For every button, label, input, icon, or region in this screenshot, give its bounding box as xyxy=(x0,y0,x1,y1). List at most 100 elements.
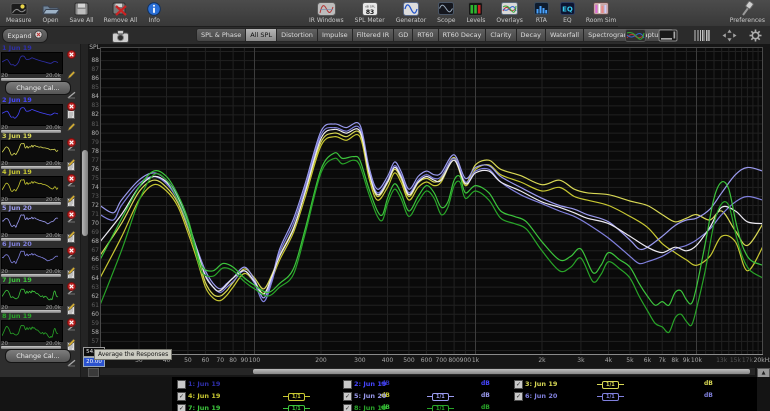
toolbar-button-label: Generator xyxy=(395,17,427,24)
toolbar-button-rta[interactable]: RTA xyxy=(531,0,552,27)
tab-rt60[interactable]: RT60 xyxy=(413,28,439,42)
tab-gd[interactable]: GD xyxy=(394,28,414,42)
delete-icon[interactable] xyxy=(66,96,76,115)
measurement-item-4[interactable]: 4 Jun 19 20 20.0k xyxy=(0,168,79,243)
tab-distortion[interactable]: Distortion xyxy=(277,28,318,42)
change-cal-button[interactable]: Change Cal... xyxy=(5,349,71,363)
freq-scrollbar-thumb[interactable] xyxy=(253,369,750,374)
legend-unit-6: dB xyxy=(704,392,713,399)
toolbar-button-ir-windows[interactable]: IR Windows xyxy=(306,0,347,27)
delete-icon[interactable] xyxy=(66,168,76,187)
change-cal-button[interactable]: Change Cal... xyxy=(5,81,71,95)
legend-label-8: 8: Jun 19 xyxy=(354,404,387,411)
measurement-thumbnail[interactable] xyxy=(1,212,63,234)
tab-decay[interactable]: Decay xyxy=(516,28,546,42)
smoothing-badge-8[interactable]: 1/1 xyxy=(427,404,454,411)
toolbar-preferences-group: Preferences xyxy=(727,0,768,27)
expand-button[interactable]: Expand xyxy=(2,28,48,43)
tab-waterfall[interactable]: Waterfall xyxy=(545,28,585,42)
spl-plot[interactable] xyxy=(100,47,763,355)
y-tick-60: 60 xyxy=(91,310,99,318)
toolbar-button-spl-meter[interactable]: dB SPL 83 SPL Meter xyxy=(352,0,388,27)
legend-checkbox-8[interactable]: ✓ xyxy=(343,404,352,411)
measurement-thumbnail[interactable] xyxy=(1,320,63,342)
graph-tab-bar: SPL & Phase All SPL Distortion Impulse Filte… xyxy=(196,28,675,42)
measurement-thumbnail[interactable] xyxy=(1,104,63,126)
measurement-thumbnail[interactable] xyxy=(1,176,63,198)
eq-icon: EQ xyxy=(559,1,575,16)
toolbar-button-label: Preferences xyxy=(729,17,765,24)
smoothing-badge-5[interactable]: 1/1 xyxy=(427,392,454,401)
toolbar-button-eq[interactable]: EQ EQ xyxy=(557,0,578,27)
y-tick-66: 66 xyxy=(91,256,99,264)
toolbar-button-remove-all[interactable]: Remove All xyxy=(101,0,141,27)
rta-icon xyxy=(533,1,549,16)
legend-label-1: 1: Jun 19 xyxy=(188,380,221,388)
overlays-icon xyxy=(501,1,519,16)
smoothing-badge-4[interactable]: 1/1 xyxy=(283,392,310,401)
toolbar-button-scope[interactable]: Scope xyxy=(434,0,458,27)
measurement-item-5[interactable]: 5 Jun 20 20 20.0k xyxy=(0,204,79,279)
tab-rt60-decay[interactable]: RT60 Decay xyxy=(438,28,487,42)
toolbar-button-measure[interactable]: Measure xyxy=(3,0,35,27)
measurement-item-3[interactable]: 3 Jun 19 20 20.0k xyxy=(0,132,79,207)
toolbar-button-label: Room Sim xyxy=(585,17,617,24)
toolbar-button-label: SPL Meter xyxy=(354,17,385,24)
measurement-item-8[interactable]: 8 Jun 19 20 20.0k xyxy=(0,312,79,387)
delete-icon[interactable] xyxy=(66,204,76,223)
measurement-thumbnail[interactable] xyxy=(1,140,63,162)
tab-spl-phase[interactable]: SPL & Phase xyxy=(196,28,247,42)
measurement-item-2[interactable]: 2 Jun 19 20 20.0k xyxy=(0,96,79,171)
measurement-thumbnail[interactable] xyxy=(1,248,63,270)
measurement-thumbnail[interactable] xyxy=(1,284,63,306)
y-tick-67: 67 xyxy=(91,247,99,255)
y-tick-84: 84 xyxy=(91,93,99,101)
measurement-name: 7 Jun 19 xyxy=(2,276,32,284)
delete-icon[interactable] xyxy=(66,44,76,63)
tab-impulse[interactable]: Impulse xyxy=(317,28,353,42)
smoothing-badge-7[interactable]: 1/1 xyxy=(283,404,310,411)
toolbar-button-overlays[interactable]: Overlays xyxy=(493,0,525,27)
toolbar-button-label: Open xyxy=(42,17,59,24)
legend-checkbox-3[interactable]: ✓ xyxy=(514,380,523,389)
toolbar-button-label: Measure xyxy=(6,17,32,24)
toolbar-button-label: RTA xyxy=(535,17,547,24)
legend-checkbox-5[interactable]: ✓ xyxy=(343,392,352,401)
freq-scrollbar[interactable] xyxy=(100,368,755,375)
legend-checkbox-4[interactable]: ✓ xyxy=(177,392,186,401)
tab-filtered-ir[interactable]: Filtered IR xyxy=(352,28,395,42)
legend-checkbox-7[interactable]: ✓ xyxy=(177,404,186,411)
delete-icon[interactable] xyxy=(66,132,76,151)
measurement-item-6[interactable]: 6 Jun 20 20 20.0k xyxy=(0,240,79,315)
measurement-name: 1 Jun 19 xyxy=(2,44,32,52)
scrollbar-corner xyxy=(88,368,99,377)
delete-icon[interactable] xyxy=(66,312,76,331)
smoothing-badge-6[interactable]: 1/1 xyxy=(597,392,624,401)
measurement-item-7[interactable]: 7 Jun 19 20 20.0k xyxy=(0,276,79,351)
toolbar-button-room-sim[interactable]: Room Sim xyxy=(583,0,619,27)
y-tick-76: 76 xyxy=(91,165,99,173)
legend-checkbox-2[interactable] xyxy=(343,380,352,389)
tab-clarity[interactable]: Clarity xyxy=(486,28,517,42)
measurement-thumbnail[interactable] xyxy=(1,52,63,74)
smoothing-badge-3[interactable]: 1/1 xyxy=(597,380,624,389)
delete-icon[interactable] xyxy=(66,276,76,295)
toolbar-button-info[interactable]: Info xyxy=(144,0,164,27)
expand-label: Expand xyxy=(7,31,32,40)
delete-icon[interactable] xyxy=(66,240,76,259)
x-tick-100: 100 xyxy=(248,357,261,364)
toolbar-button-open[interactable]: Open xyxy=(39,0,63,27)
rew-window: Measure Open Save All Remove All Info IR Win… xyxy=(0,0,770,411)
legend-checkbox-1[interactable] xyxy=(177,380,186,389)
measurement-item-1[interactable]: 1 Jun 19 20 20.0k xyxy=(0,44,79,119)
toolbar-button-levels[interactable]: Levels xyxy=(463,0,488,27)
tab-all-spl[interactable]: All SPL xyxy=(246,28,278,42)
toolbar-button-generator[interactable]: Generator xyxy=(393,0,429,27)
toolbar-button-preferences[interactable]: Preferences xyxy=(727,0,768,27)
y-tick-65: 65 xyxy=(91,265,99,273)
legend-checkbox-6[interactable]: ✓ xyxy=(514,392,523,401)
toolbar-button-save-all[interactable]: Save All xyxy=(67,0,97,27)
y-tick-68: 68 xyxy=(91,238,99,246)
y-tick-80: 80 xyxy=(91,129,99,137)
y-tick-73: 73 xyxy=(91,192,99,200)
